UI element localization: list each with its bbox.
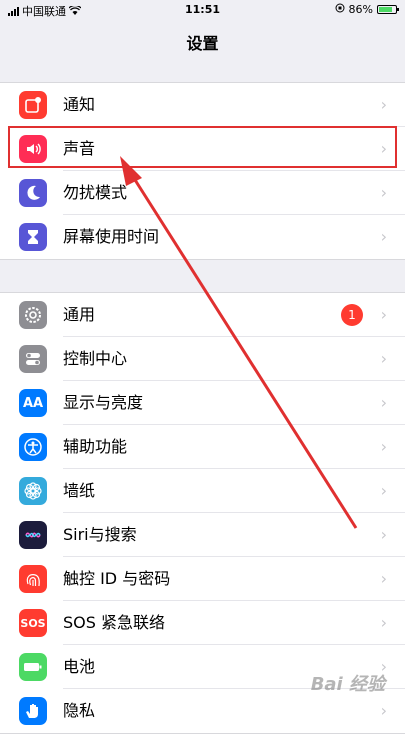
annotation-arrow bbox=[120, 156, 358, 529]
watermark: Bai 经验 bbox=[310, 674, 385, 695]
